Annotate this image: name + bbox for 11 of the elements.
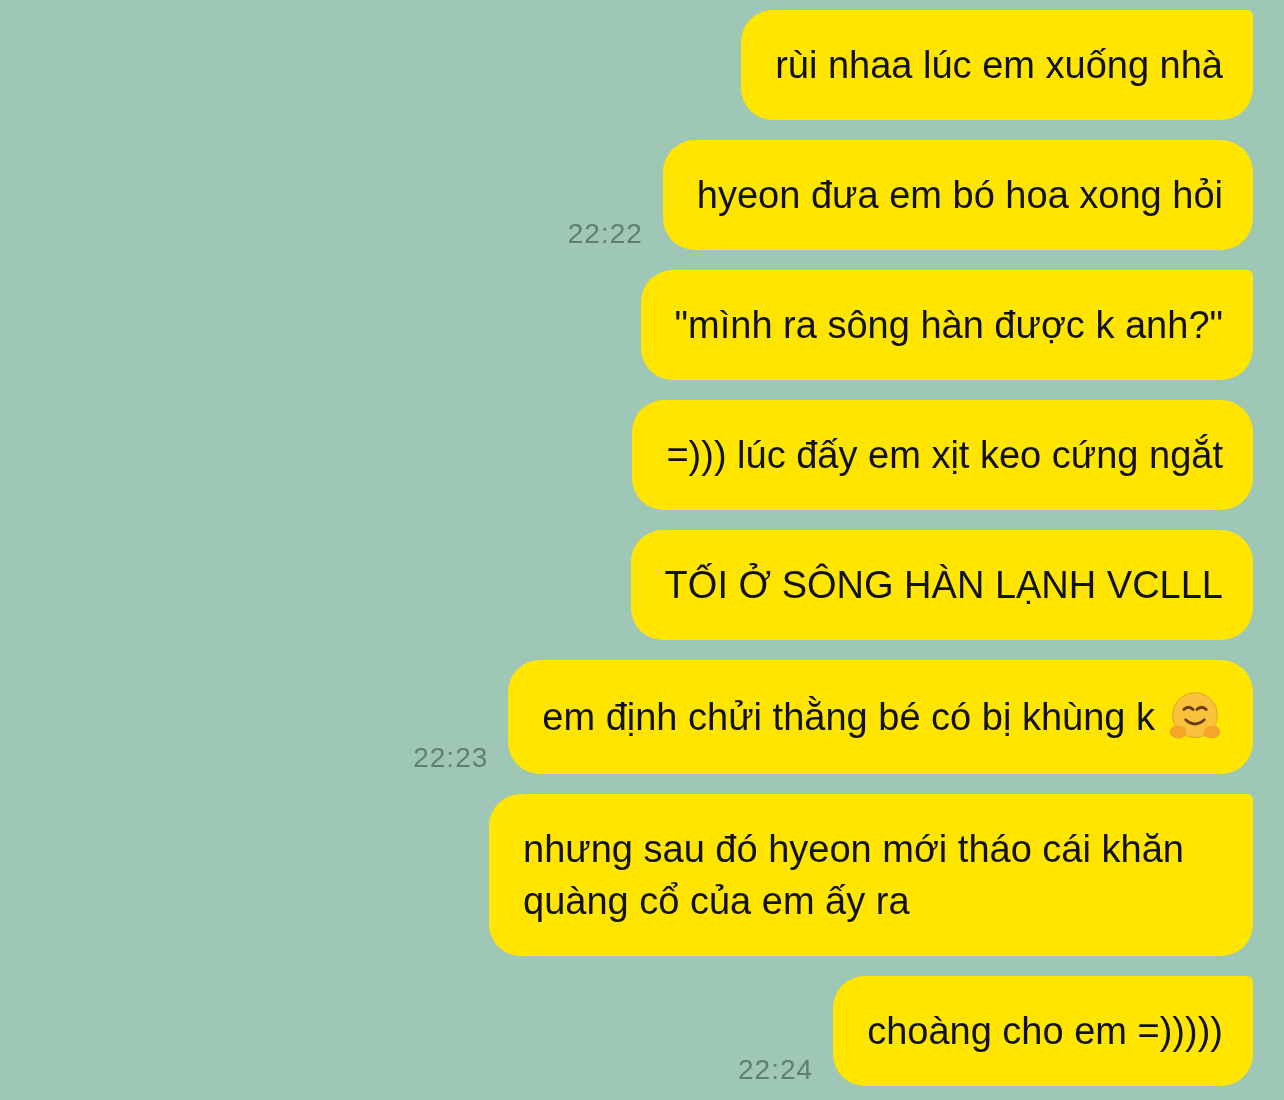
message-text: choàng cho em =))))) (867, 1009, 1223, 1054)
message-text: rùi nhaa lúc em xuống nhà (775, 43, 1223, 88)
message-text: hyeon đưa em bó hoa xong hỏi (696, 173, 1223, 218)
message-time: 22:22 (567, 218, 643, 250)
message-text: TỐI Ở SÔNG HÀN LẠNH VCLLL (664, 562, 1223, 608)
message-time: 22:23 (413, 742, 489, 774)
message-text: nhưng sau đó hyeon mới tháo cái khăn quàng cổ của em ấy ra (523, 827, 1185, 924)
message-time: 22:24 (738, 1054, 814, 1086)
message-text: =))) lúc đấy em xịt keo cứng ngắt (666, 433, 1223, 478)
message-text: em định chửi thằng bé có bị khùng k (542, 695, 1155, 740)
message-text: "mình ra sông hàn được k anh?" (674, 303, 1223, 348)
